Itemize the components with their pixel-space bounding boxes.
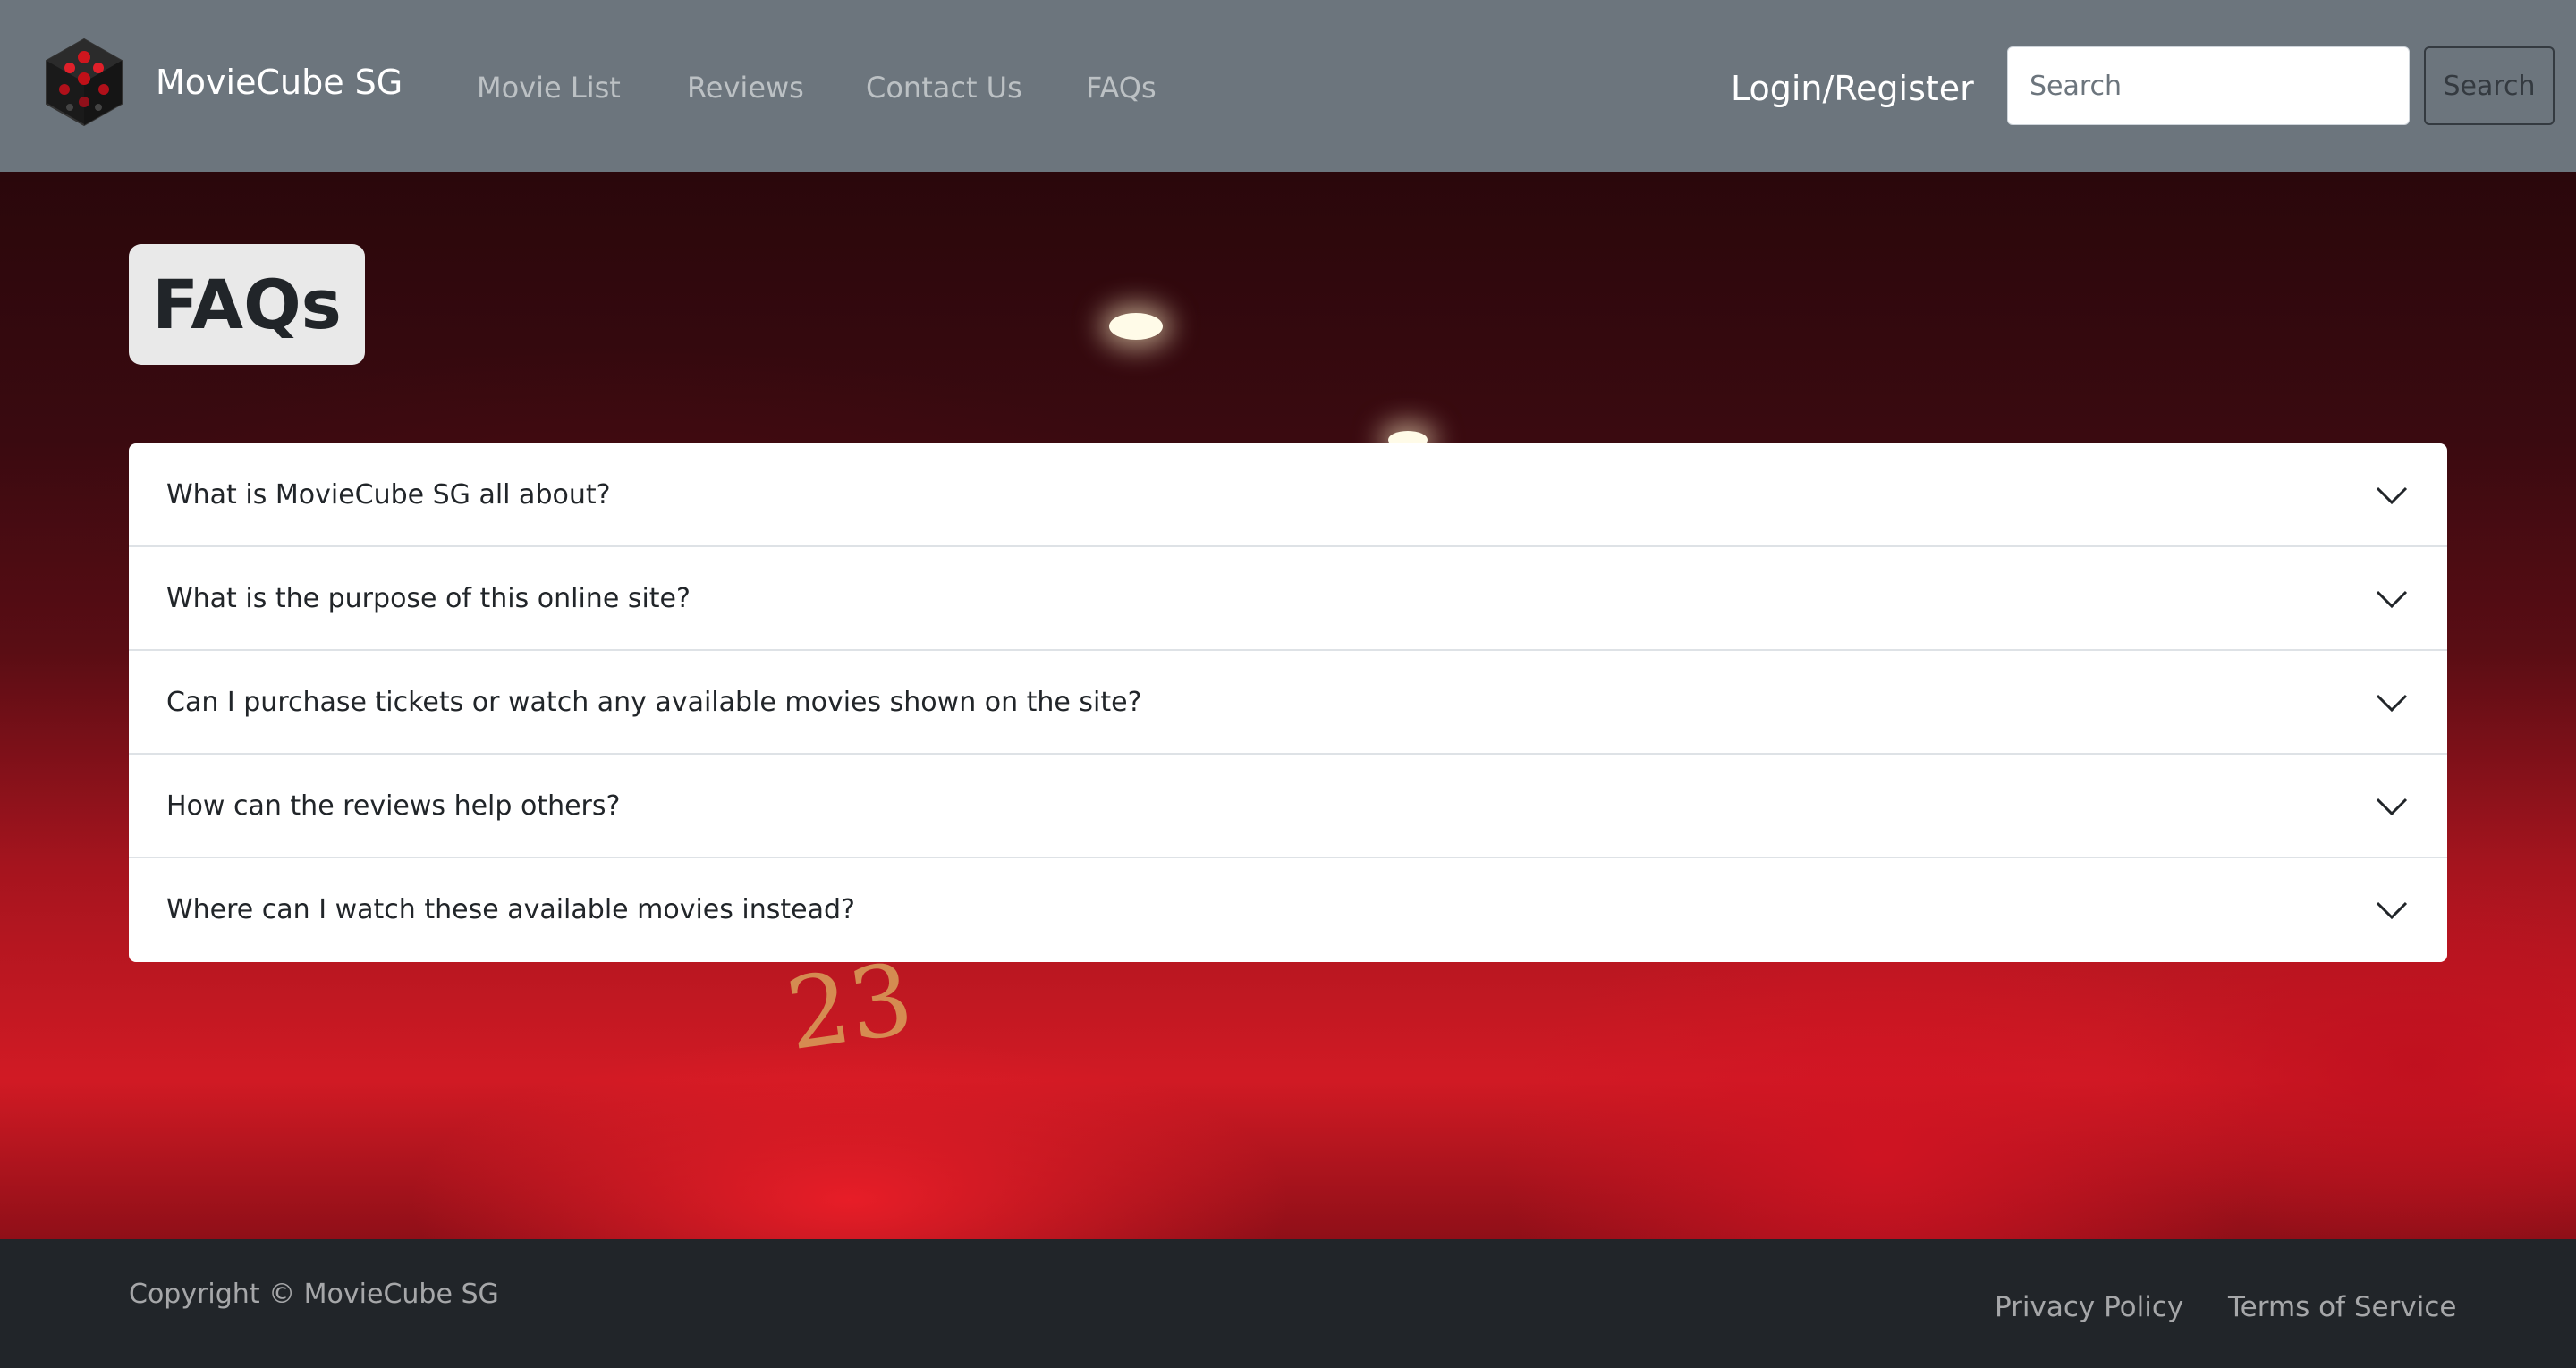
nav-link-movie-list[interactable]: Movie List [477, 68, 621, 107]
navbar: MovieCube SG Movie List Reviews Contact … [0, 0, 2576, 172]
page-title-box: FAQs [129, 244, 365, 365]
nav-link-reviews[interactable]: Reviews [687, 68, 804, 107]
faq-item[interactable]: How can the reviews help others? [129, 755, 2447, 858]
faq-question[interactable]: Where can I watch these available movies… [166, 858, 855, 962]
page-title: FAQs [152, 265, 342, 344]
faq-item[interactable]: Can I purchase tickets or watch any avai… [129, 651, 2447, 755]
nav-link-contact-us[interactable]: Contact Us [866, 68, 1022, 107]
search-button[interactable]: Search [2424, 46, 2555, 125]
faq-item[interactable]: Where can I watch these available movies… [129, 858, 2447, 962]
footer: Copyright © MovieCube SG Privacy Policy … [0, 1239, 2576, 1368]
terms-of-service-link[interactable]: Terms of Service [2228, 1288, 2456, 1327]
chevron-down-icon[interactable] [2374, 789, 2410, 824]
chevron-down-icon[interactable] [2374, 477, 2410, 513]
copyright-text: Copyright © MovieCube SG [129, 1279, 499, 1310]
faq-question[interactable]: What is the purpose of this online site? [166, 547, 691, 651]
faq-accordion: What is MovieCube SG all about? What is … [129, 443, 2447, 962]
cube-logo-icon[interactable] [43, 38, 125, 127]
faq-question[interactable]: How can the reviews help others? [166, 755, 620, 858]
search-input[interactable] [2007, 46, 2410, 125]
faq-item[interactable]: What is the purpose of this online site? [129, 547, 2447, 651]
faq-item[interactable]: What is MovieCube SG all about? [129, 443, 2447, 547]
login-register-link[interactable]: Login/Register [1731, 66, 1974, 111]
privacy-policy-link[interactable]: Privacy Policy [1995, 1288, 2183, 1327]
hero-background: 23 FAQs What is MovieCube SG all about? … [0, 172, 2576, 1239]
chevron-down-icon[interactable] [2374, 581, 2410, 617]
chevron-down-icon[interactable] [2374, 685, 2410, 721]
nav-link-faqs[interactable]: FAQs [1086, 68, 1157, 107]
faq-question[interactable]: What is MovieCube SG all about? [166, 443, 611, 547]
ceiling-light [1109, 313, 1163, 340]
brand-name[interactable]: MovieCube SG [156, 59, 402, 106]
faq-question[interactable]: Can I purchase tickets or watch any avai… [166, 651, 1142, 755]
chevron-down-icon[interactable] [2374, 892, 2410, 928]
